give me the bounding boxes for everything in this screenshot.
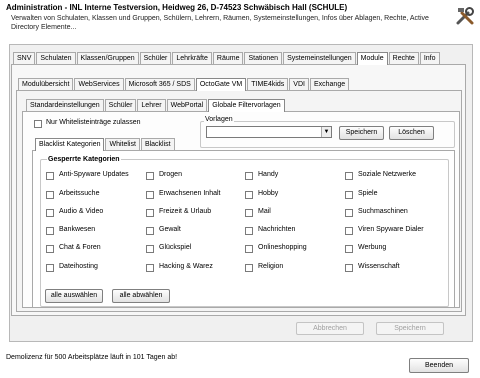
- category-checkbox-dateihosting[interactable]: [46, 264, 54, 272]
- app-header: Administration - INL Interne Testversion…: [0, 0, 480, 38]
- tab-systemeinstellungen[interactable]: Systemeinstellungen: [283, 52, 356, 64]
- category-label: Suchmaschinen: [358, 208, 408, 215]
- category-checkbox-audio-video[interactable]: [46, 209, 54, 217]
- cancel-button[interactable]: Abbrechen: [296, 322, 364, 335]
- category-label: Mail: [258, 208, 271, 215]
- category-label: Chat & Foren: [59, 244, 101, 251]
- category-label: Nachrichten: [258, 226, 296, 233]
- vorlagen-delete-button[interactable]: Löschen: [389, 126, 434, 140]
- list-tab-blacklist-kategorien[interactable]: Blacklist Kategorien: [35, 138, 105, 151]
- deselect-all-button[interactable]: alle abwählen: [112, 289, 170, 303]
- category-checkbox-arbeitssuche[interactable]: [46, 191, 54, 199]
- category-checkbox-bankwesen[interactable]: [46, 227, 54, 235]
- tab-raume[interactable]: Räume: [212, 52, 244, 64]
- main-tabbar: SNV Schulaten Klassen/Gruppen Schüler Lehrkr…: [13, 52, 441, 65]
- category-checkbox-freizeit-urlaub[interactable]: [146, 209, 154, 217]
- category-checkbox-gluckspiel[interactable]: [146, 245, 154, 253]
- list-tab-blacklist[interactable]: Blacklist: [140, 138, 175, 150]
- category-checkbox-gewalt[interactable]: [146, 227, 154, 235]
- category-label: Glückspiel: [159, 244, 192, 251]
- category-checkbox-suchmaschinen[interactable]: [345, 209, 353, 217]
- tab-info[interactable]: Info: [419, 52, 440, 64]
- vorlagen-select[interactable]: ▼: [206, 126, 332, 138]
- whitelist-only-label: Nur Whitelisteinträge zulassen: [46, 119, 141, 126]
- category-label: Gewalt: [159, 226, 181, 233]
- list-tabbar: Blacklist Kategorien Whitelist Blacklist: [35, 138, 176, 151]
- category-checkbox-drogen[interactable]: [146, 172, 154, 180]
- category-label: Hacking & Warez: [159, 263, 213, 270]
- category-label: Viren Spyware Dialer: [358, 226, 424, 233]
- tab-module[interactable]: Module: [356, 52, 388, 65]
- chevron-down-icon[interactable]: ▼: [321, 127, 331, 137]
- category-checkbox-soziale-netzwerke[interactable]: [345, 172, 353, 180]
- category-label: Dateihosting: [59, 263, 98, 270]
- module-tab-webservices[interactable]: WebServices: [74, 78, 124, 90]
- tools-icon: [456, 7, 474, 25]
- module-tab-octogate-vm[interactable]: OctoGate VM: [195, 78, 247, 91]
- category-label: Spiele: [358, 190, 378, 197]
- category-label: Arbeitssuche: [59, 190, 100, 197]
- module-tab-vdi[interactable]: VDI: [289, 78, 309, 90]
- save-button[interactable]: Speichern: [376, 322, 444, 335]
- category-checkbox-viren-spyware-dialer[interactable]: [345, 227, 353, 235]
- module-tab-time4kids[interactable]: TIME4kids: [247, 78, 289, 90]
- tab-snv[interactable]: SNV: [13, 52, 36, 64]
- exit-button[interactable]: Beenden: [409, 358, 469, 373]
- octogate-tab-standardeinstellungen[interactable]: Standardeinstellungen: [26, 99, 104, 111]
- category-label: Freizeit & Urlaub: [159, 208, 212, 215]
- category-checkbox-onlineshopping[interactable]: [245, 245, 253, 253]
- category-checkbox-wissenschaft[interactable]: [345, 264, 353, 272]
- category-label: Drogen: [159, 171, 182, 178]
- category-checkbox-chat-foren[interactable]: [46, 245, 54, 253]
- module-tabbar: Modulübersicht WebServices Microsoft 365 /…: [18, 78, 350, 91]
- app-title: Administration - INL Interne Testversion…: [6, 3, 348, 12]
- select-all-button[interactable]: alle auswählen: [45, 289, 103, 303]
- category-checkbox-anti-spyware-updates[interactable]: [46, 172, 54, 180]
- tab-klassen-gruppen[interactable]: Klassen/Gruppen: [76, 52, 139, 64]
- category-checkbox-spiele[interactable]: [345, 191, 353, 199]
- tab-lehrkrafte[interactable]: Lehrkräfte: [172, 52, 212, 64]
- category-checkbox-hacking-warez[interactable]: [146, 264, 154, 272]
- category-label: Handy: [258, 171, 279, 178]
- category-checkbox-mail[interactable]: [245, 209, 253, 217]
- category-label: Soziale Netzwerke: [358, 171, 416, 178]
- tab-schuler[interactable]: Schüler: [139, 52, 172, 64]
- vorlagen-label: Vorlagen: [204, 116, 234, 123]
- category-label: Onlineshopping: [258, 244, 307, 251]
- category-label: Audio & Video: [59, 208, 104, 215]
- app-description: Verwalten von Schulaten, Klassen und Gru…: [11, 15, 429, 31]
- octogate-tab-schuler[interactable]: Schüler: [104, 99, 137, 111]
- category-checkbox-erwachsenen-inhalt[interactable]: [146, 191, 154, 199]
- category-label: Werbung: [358, 244, 387, 251]
- whitelist-only-checkbox[interactable]: [34, 120, 42, 128]
- tab-schulaten[interactable]: Schulaten: [36, 52, 76, 64]
- category-checkbox-religion[interactable]: [245, 264, 253, 272]
- category-label: Bankwesen: [59, 226, 96, 233]
- category-checkbox-nachrichten[interactable]: [245, 227, 253, 235]
- octogate-tab-webportal[interactable]: WebPortal: [166, 99, 208, 111]
- tab-stationen[interactable]: Stationen: [244, 52, 283, 64]
- module-tab-modulubersicht[interactable]: Modulübersicht: [18, 78, 74, 90]
- list-tab-whitelist[interactable]: Whitelist: [105, 138, 140, 150]
- category-label: Religion: [258, 263, 284, 270]
- module-tab-microsoft-365-sds[interactable]: Microsoft 365 / SDS: [124, 78, 195, 90]
- category-label: Anti-Spyware Updates: [59, 171, 129, 178]
- octogate-tab-globale-filtervorlagen[interactable]: Globale Filtervorlagen: [208, 99, 285, 112]
- categories-heading: Gesperrte Kategorien: [47, 156, 121, 163]
- category-checkbox-hobby[interactable]: [245, 191, 253, 199]
- module-tab-exchange[interactable]: Exchange: [309, 78, 350, 90]
- category-checkbox-handy[interactable]: [245, 172, 253, 180]
- octogate-tabbar: Standardeinstellungen Schüler Lehrer WebPor…: [26, 99, 286, 112]
- category-label: Wissenschaft: [358, 263, 400, 270]
- vorlagen-save-button[interactable]: Speichern: [339, 126, 384, 140]
- tab-rechte[interactable]: Rechte: [388, 52, 419, 64]
- category-checkbox-werbung[interactable]: [345, 245, 353, 253]
- category-label: Erwachsenen Inhalt: [159, 190, 221, 197]
- octogate-tab-lehrer[interactable]: Lehrer: [137, 99, 166, 111]
- category-label: Hobby: [258, 190, 279, 197]
- license-status: Demolizenz für 500 Arbeitsplätze läuft i…: [6, 354, 178, 361]
